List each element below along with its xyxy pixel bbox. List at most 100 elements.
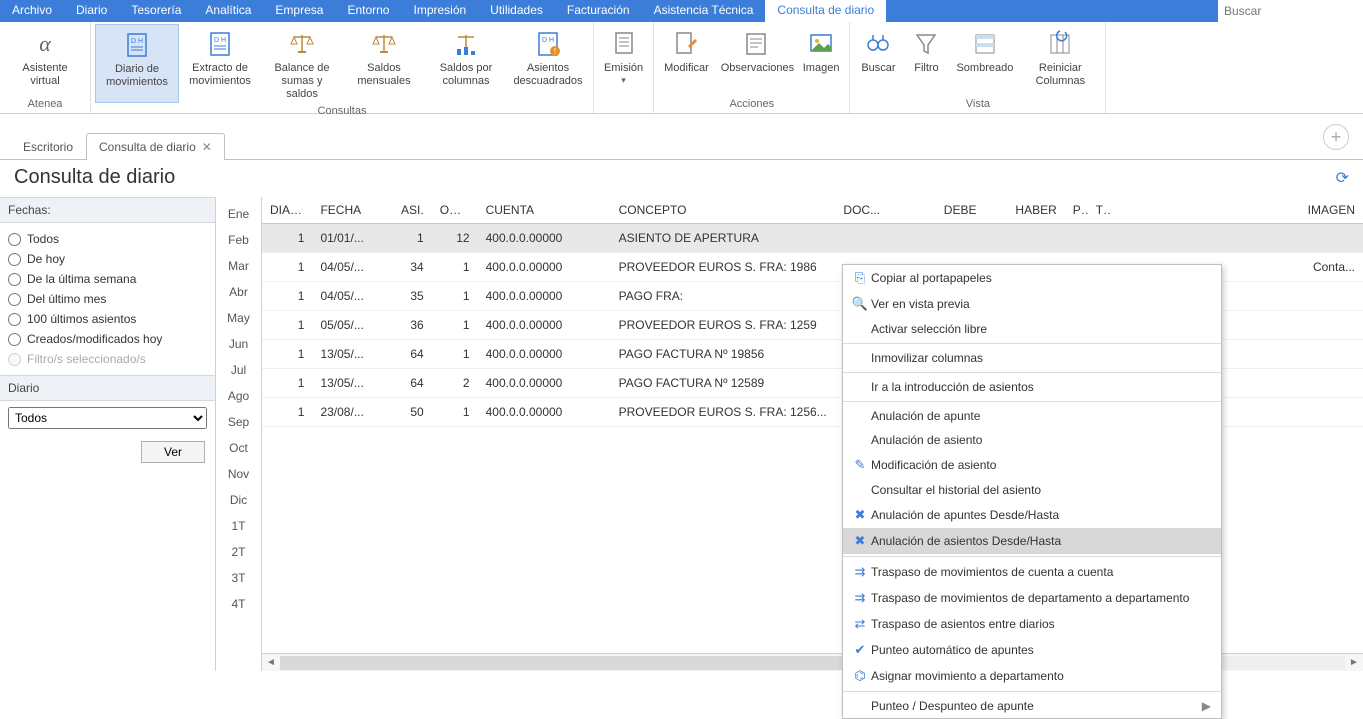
ribbon-btn-reiniciar-columnas[interactable]: Reiniciar Columnas: [1019, 24, 1101, 96]
ctx-item-copiar-al-portapapeles[interactable]: ⎘Copiar al portapapeles: [843, 265, 1221, 291]
period-1t[interactable]: 1T: [216, 513, 261, 539]
col-header[interactable]: FECHA: [312, 197, 385, 224]
filter-radio-todos[interactable]: Todos: [8, 229, 207, 249]
col-header[interactable]: DIAR...: [262, 197, 312, 224]
scroll-thumb[interactable]: [280, 656, 919, 670]
menu-item-diario[interactable]: Diario: [64, 0, 119, 22]
ribbon-btn-label: Extracto de movimientos: [185, 62, 255, 88]
col-header[interactable]: CUENTA: [478, 197, 611, 224]
radio-input[interactable]: [8, 253, 21, 266]
col-header[interactable]: HABER: [984, 197, 1064, 224]
period-2t[interactable]: 2T: [216, 539, 261, 565]
filter-radio-de-hoy[interactable]: De hoy: [8, 249, 207, 269]
filter-radio--ltimos-asientos[interactable]: 100 últimos asientos: [8, 309, 207, 329]
col-header[interactable]: ASI.: [386, 197, 432, 224]
diario-select[interactable]: Todos: [8, 407, 207, 429]
tab-escritorio[interactable]: Escritorio: [10, 133, 86, 160]
period-ene[interactable]: Ene: [216, 201, 261, 227]
cell: 1: [432, 282, 478, 311]
menu-item-anal-tica[interactable]: Analítica: [193, 0, 263, 22]
ctx-item-asignar-movimiento-a-departamento[interactable]: ⌬Asignar movimiento a departamento: [843, 663, 1221, 689]
period-may[interactable]: May: [216, 305, 261, 331]
cell: [890, 224, 984, 253]
col-header[interactable]: DEBE: [890, 197, 984, 224]
period-feb[interactable]: Feb: [216, 227, 261, 253]
table-row[interactable]: 101/01/...112400.0.0.00000ASIENTO DE APE…: [262, 224, 1363, 253]
ctx-item-anulaci-n-de-apunte[interactable]: Anulación de apunte: [843, 404, 1221, 428]
period-4t[interactable]: 4T: [216, 591, 261, 617]
radio-input[interactable]: [8, 293, 21, 306]
ctx-item-traspaso-de-asientos-entre-diarios[interactable]: ⇄Traspaso de asientos entre diarios: [843, 611, 1221, 637]
period-oct[interactable]: Oct: [216, 435, 261, 461]
col-header[interactable]: CONCEPTO: [611, 197, 836, 224]
ctx-item-anulaci-n-de-apuntes-desde-hasta[interactable]: ✖Anulación de apuntes Desde/Hasta: [843, 502, 1221, 528]
ctx-item-anulaci-n-de-asiento[interactable]: Anulación de asiento: [843, 428, 1221, 452]
filter-radio-creados-modificados-hoy[interactable]: Creados/modificados hoy: [8, 329, 207, 349]
scroll-left-arrow[interactable]: ◄: [262, 657, 280, 668]
ribbon-btn-emisi-n[interactable]: Emisión▾: [598, 24, 649, 108]
search-input[interactable]: [1218, 0, 1363, 22]
menu-separator: [843, 691, 1221, 692]
period-jun[interactable]: Jun: [216, 331, 261, 357]
radio-input[interactable]: [8, 233, 21, 246]
ribbon-btn-filtro[interactable]: Filtro: [902, 24, 950, 96]
col-header[interactable]: P: [1065, 197, 1088, 224]
ribbon-btn-extracto-de-movimientos[interactable]: D HExtracto de movimientos: [179, 24, 261, 103]
menu-item-asistencia-t-cnica[interactable]: Asistencia Técnica: [642, 0, 766, 22]
ribbon-btn-observaciones[interactable]: Observaciones: [715, 24, 797, 96]
add-tab-button[interactable]: +: [1323, 124, 1349, 150]
ctx-item-punteo-despunteo-de-apunte[interactable]: Punteo / Despunteo de apunte▶: [843, 694, 1221, 718]
menu-item-empresa[interactable]: Empresa: [263, 0, 335, 22]
ctx-item-inmovilizar-columnas[interactable]: Inmovilizar columnas: [843, 346, 1221, 370]
period-dic[interactable]: Dic: [216, 487, 261, 513]
filter-radio-del-ltimo-mes[interactable]: Del último mes: [8, 289, 207, 309]
scroll-right-arrow[interactable]: ►: [1345, 657, 1363, 668]
ctx-item-traspaso-de-movimientos-de-cuenta-a-cuen[interactable]: ⇉Traspaso de movimientos de cuenta a cue…: [843, 559, 1221, 585]
menu-item-consulta-de-diario[interactable]: Consulta de diario: [765, 0, 886, 22]
period-3t[interactable]: 3T: [216, 565, 261, 591]
ribbon-btn-imagen[interactable]: Imagen: [797, 24, 846, 96]
refresh-icon[interactable]: ⟳: [1336, 168, 1349, 188]
menu-item-archivo[interactable]: Archivo: [0, 0, 64, 22]
col-header[interactable]: IMAGEN: [1111, 197, 1363, 224]
ctx-item-ir-a-la-introducci-n-de-asientos[interactable]: Ir a la introducción de asientos: [843, 375, 1221, 399]
ribbon-btn-sombreado[interactable]: Sombreado: [950, 24, 1019, 96]
filter-radio-de-la-ltima-semana[interactable]: De la última semana: [8, 269, 207, 289]
period-nov[interactable]: Nov: [216, 461, 261, 487]
ver-button[interactable]: Ver: [141, 441, 205, 463]
tab-close-icon[interactable]: ✕: [202, 140, 212, 154]
ribbon-btn-saldos-por-columnas[interactable]: Saldos por columnas: [425, 24, 507, 103]
ctx-item-activar-selecci-n-libre[interactable]: Activar selección libre: [843, 317, 1221, 341]
ctx-item-traspaso-de-movimientos-de-departamento-[interactable]: ⇉Traspaso de movimientos de departamento…: [843, 585, 1221, 611]
radio-input[interactable]: [8, 333, 21, 346]
radio-input[interactable]: [8, 273, 21, 286]
period-ago[interactable]: Ago: [216, 383, 261, 409]
ribbon-btn-buscar[interactable]: Buscar: [854, 24, 902, 96]
radio-input[interactable]: [8, 313, 21, 326]
col-header[interactable]: T: [1088, 197, 1111, 224]
tab-consulta-de-diario[interactable]: Consulta de diario✕: [86, 133, 225, 160]
ribbon-btn-saldos-mensuales[interactable]: Saldos mensuales: [343, 24, 425, 103]
ctx-item-punteo-autom-tico-de-apuntes[interactable]: ✔Punteo automático de apuntes: [843, 637, 1221, 663]
menu-item-utilidades[interactable]: Utilidades: [478, 0, 555, 22]
ribbon-btn-asientos-descuadrados[interactable]: D H!Asientos descuadrados: [507, 24, 589, 103]
period-abr[interactable]: Abr: [216, 279, 261, 305]
cell: 400.0.0.00000: [478, 369, 611, 398]
ctx-item-ver-en-vista-previa[interactable]: 🔍Ver en vista previa: [843, 291, 1221, 317]
ribbon-btn-balance-de-sumas-y-saldos[interactable]: Balance de sumas y saldos: [261, 24, 343, 103]
period-jul[interactable]: Jul: [216, 357, 261, 383]
col-header[interactable]: ORD.: [432, 197, 478, 224]
ctx-item-anulaci-n-de-asientos-desde-hasta[interactable]: ✖Anulación de asientos Desde/Hasta: [843, 528, 1221, 554]
ctx-item-modificaci-n-de-asiento[interactable]: ✎Modificación de asiento: [843, 452, 1221, 478]
menu-item-facturaci-n[interactable]: Facturación: [555, 0, 642, 22]
menu-item-entorno[interactable]: Entorno: [335, 0, 401, 22]
period-mar[interactable]: Mar: [216, 253, 261, 279]
period-sep[interactable]: Sep: [216, 409, 261, 435]
menu-item-tesorer-a[interactable]: Tesorería: [119, 0, 193, 22]
ribbon-btn-modificar[interactable]: Modificar: [658, 24, 715, 96]
ctx-item-consultar-el-historial-del-asiento[interactable]: Consultar el historial del asiento: [843, 478, 1221, 502]
menu-item-impresi-n[interactable]: Impresión: [401, 0, 478, 22]
ribbon-btn-asistente-virtual[interactable]: αAsistente virtual: [4, 24, 86, 96]
ribbon-btn-diario-de-movimientos[interactable]: D HDiario de movimientos: [95, 24, 179, 103]
col-header[interactable]: DOC...: [835, 197, 890, 224]
